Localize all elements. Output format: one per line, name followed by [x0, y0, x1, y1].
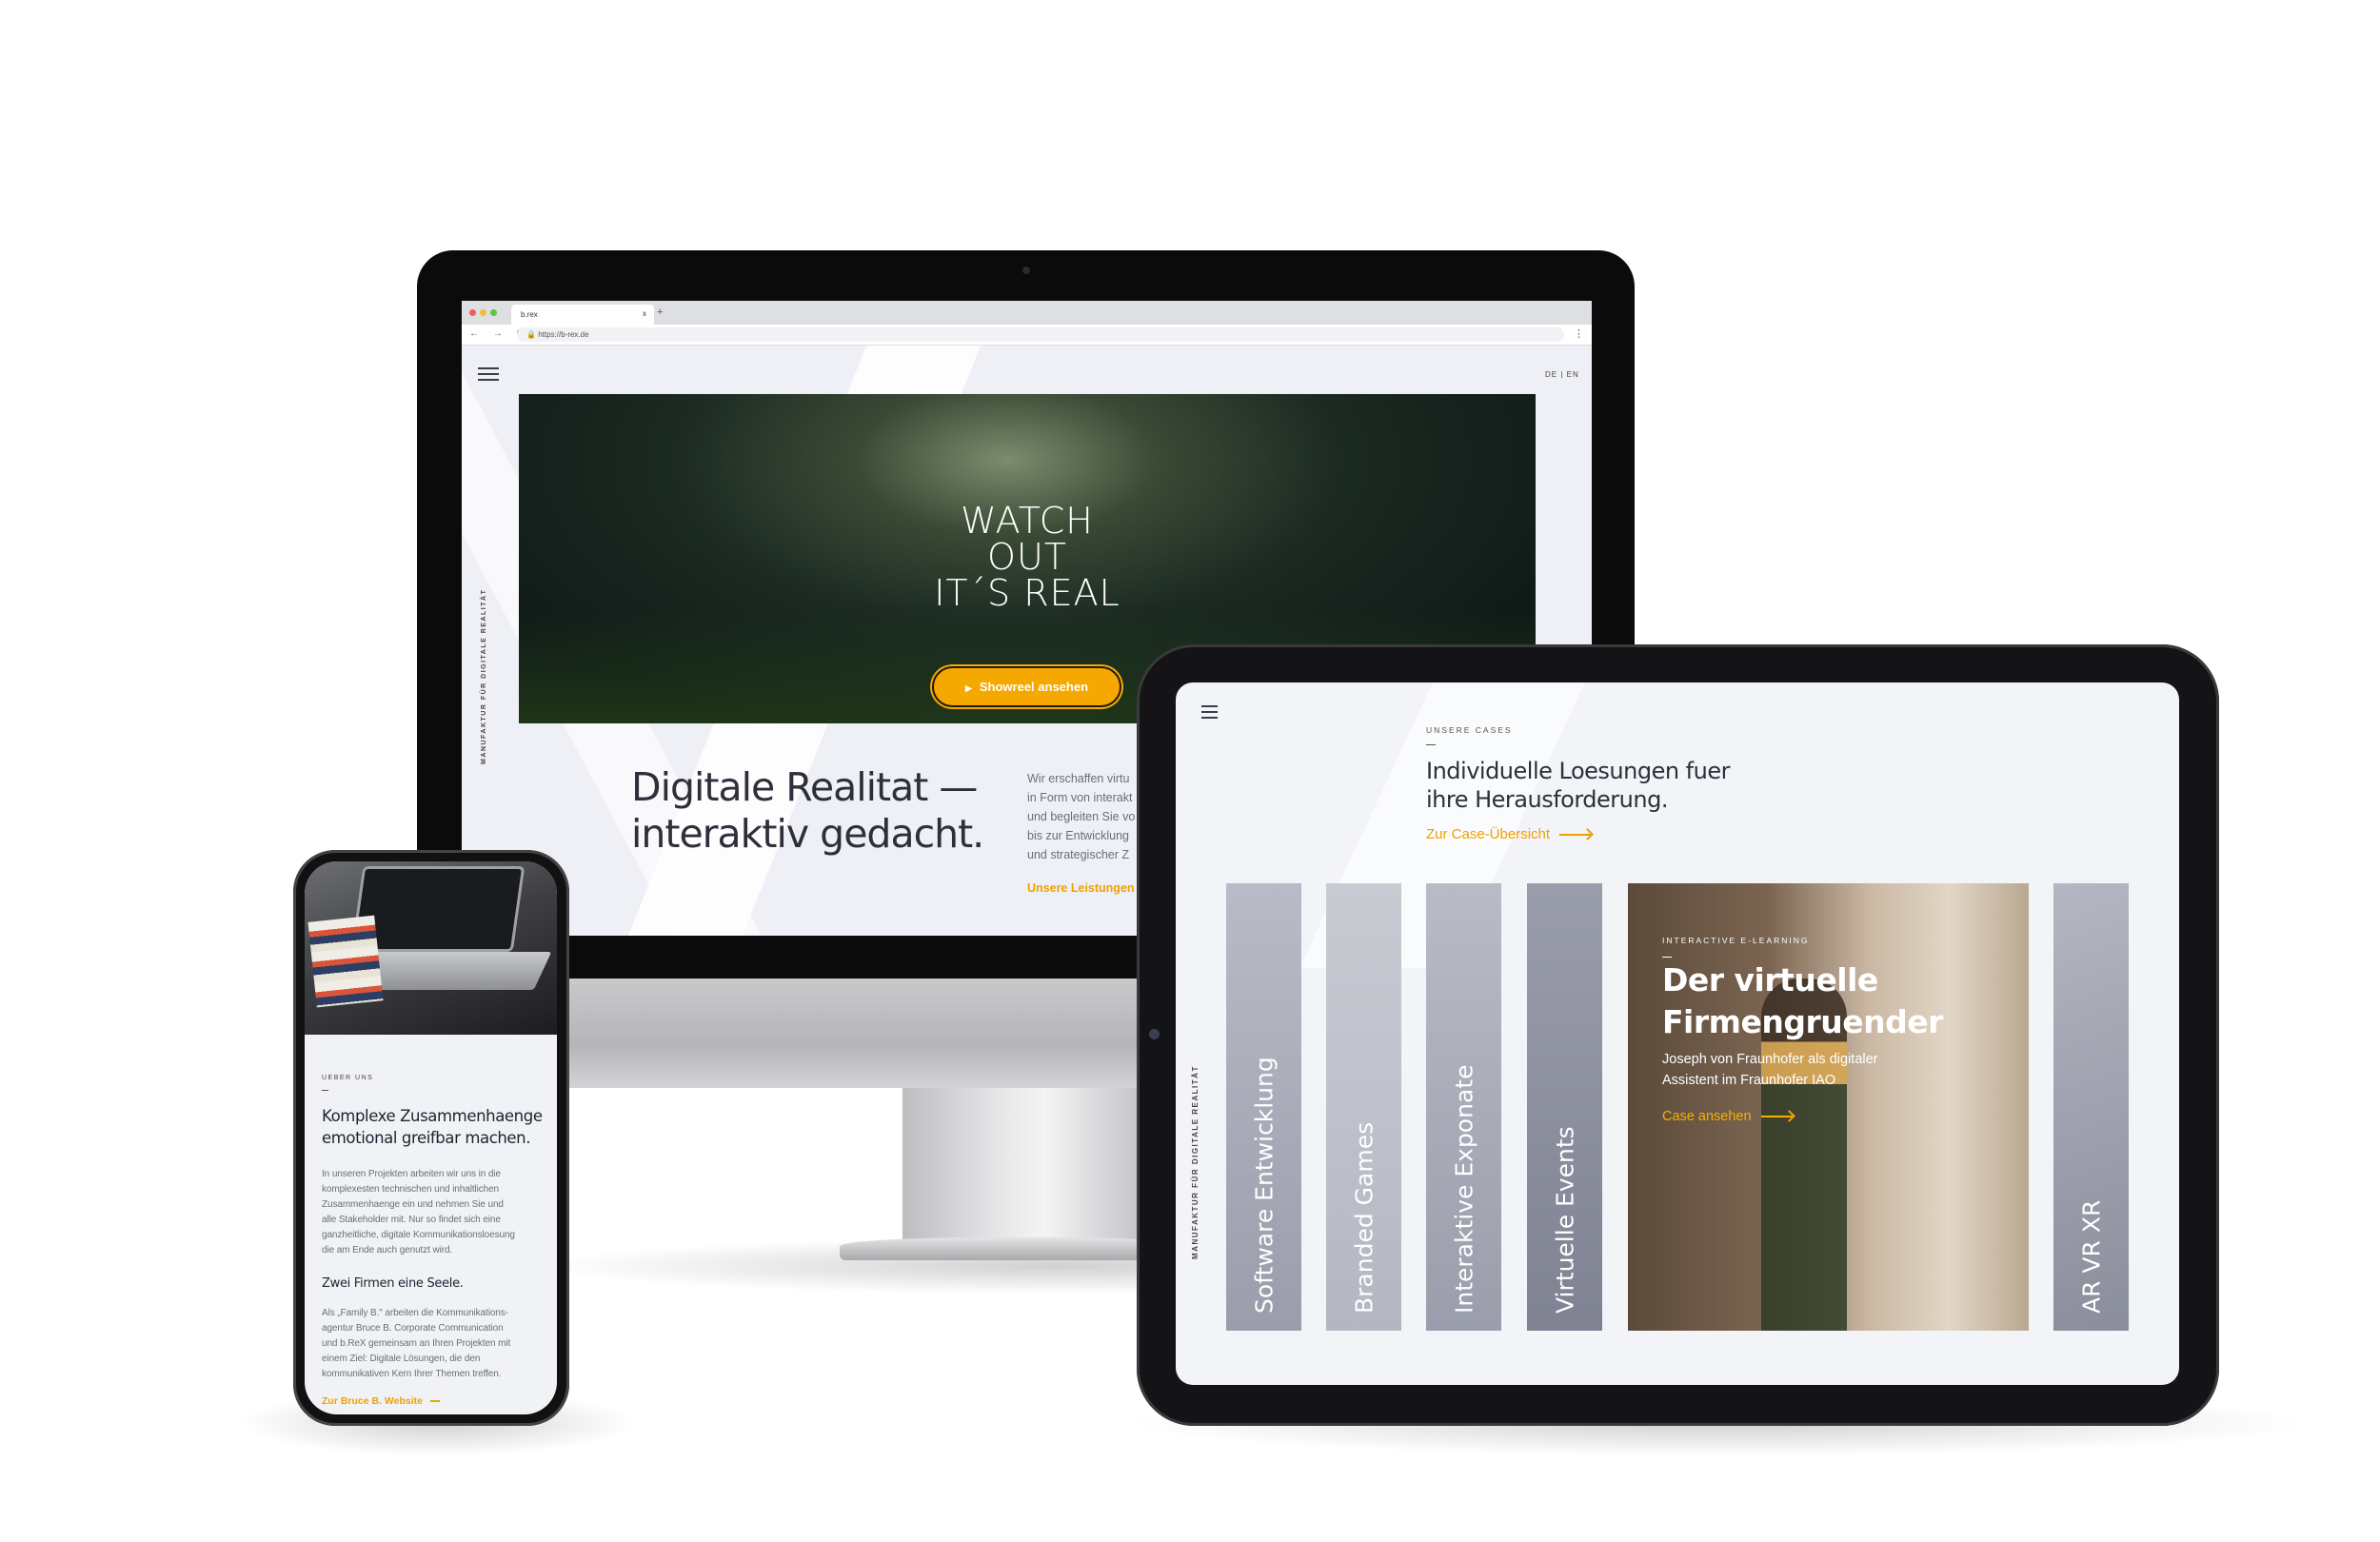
link-label: Zur Case-Übersicht [1426, 826, 1551, 842]
tablet-screen: UNSERE CASES Individuelle Loesungen fuer… [1176, 682, 2179, 1385]
headline-line: Komplexe Zusammenhaenge [322, 1107, 543, 1125]
text-line: die am Ende auch genutzt wird. [322, 1245, 453, 1255]
card-label: Software Entwicklung [1250, 1057, 1278, 1314]
case-card-events[interactable]: Virtuelle Events [1527, 883, 1602, 1331]
card-label: Interaktive Exponate [1450, 1064, 1478, 1314]
arrow-right-icon [1760, 1116, 1794, 1118]
headline-line: Individuelle Loesungen fuer [1426, 758, 1730, 784]
view-case-link[interactable]: Case ansehen [1662, 1109, 1794, 1124]
text-line: agentur Bruce B. Corporate Communication [322, 1323, 504, 1334]
arrow-right-icon [1559, 834, 1593, 837]
url-input[interactable]: 🔒 https://b-rex.de [517, 327, 1564, 342]
workspace-image [305, 861, 557, 1035]
hamburger-menu-icon[interactable] [1201, 705, 1218, 722]
desc-line: Assistent im Fraunhofer IAO [1662, 1073, 1836, 1088]
text-line: Als „Family B." arbeiten die Kommunikati… [322, 1308, 508, 1318]
close-tab-icon[interactable]: x [643, 309, 646, 318]
family-paragraph: Als „Family B." arbeiten die Kommunikati… [322, 1306, 510, 1382]
browser-menu-icon[interactable]: ⋮ [1574, 327, 1584, 340]
title-line: Firmengruender [1662, 1003, 1943, 1040]
bruce-b-website-link[interactable]: Zur Bruce B. Website [322, 1395, 440, 1407]
case-description: Joseph von Fraunhofer als digitaler Assi… [1662, 1049, 1878, 1091]
card-label: AR VR XR [2077, 1199, 2105, 1314]
hero-title: WATCH OUT IT´S REAL [519, 503, 1536, 611]
section-headline: Komplexe Zusammenhaenge emotional greifb… [322, 1105, 543, 1149]
text-line: In unseren Projekten arbeiten wir uns in… [322, 1169, 501, 1179]
hero-line: WATCH [961, 500, 1094, 542]
section-label: UEBER UNS [322, 1075, 374, 1081]
intro-line: in Form von interakt [1027, 791, 1133, 804]
hamburger-menu-icon[interactable] [478, 367, 499, 385]
card-label: Branded Games [1350, 1121, 1378, 1314]
case-overview-link[interactable]: Zur Case-Übersicht [1426, 826, 1593, 842]
link-label: Zur Bruce B. Website [322, 1395, 423, 1407]
intro-line: bis zur Entwicklung [1027, 829, 1129, 842]
divider [322, 1090, 328, 1091]
section-headline: Individuelle Loesungen fuer ihre Herausf… [1426, 757, 1730, 814]
camera-icon [1022, 267, 1030, 274]
showreel-label: Showreel ansehen [979, 680, 1089, 694]
monitor-stand [902, 1088, 1140, 1245]
language-switch[interactable]: DE | EN [1545, 370, 1579, 379]
new-tab-button[interactable]: + [657, 306, 663, 318]
intro-line: Wir erschaffen virtu [1027, 772, 1130, 785]
title-line: Der virtuelle [1662, 961, 1878, 998]
browser-tab[interactable]: b.rex x [511, 305, 654, 325]
browser-tab-bar: b.rex x + [462, 301, 1592, 325]
section-label: UNSERE CASES [1426, 725, 1513, 735]
headline-line: interaktiv gedacht. [631, 811, 984, 857]
intro-line: und begleiten Sie vo [1027, 810, 1136, 823]
laptop-illustration [350, 866, 526, 952]
case-card-exponate[interactable]: Interaktive Exponate [1426, 883, 1501, 1331]
play-icon: ▶ [964, 683, 972, 693]
text-line: und b.ReX gemeinsam an Ihren Projekten m… [322, 1338, 511, 1349]
vertical-tagline: MANUFAKTUR FÜR DIGITALE REALITÄT [481, 588, 487, 764]
divider [1426, 744, 1436, 745]
text-line: komplexesten technischen und inhaltliche… [322, 1184, 500, 1195]
dash-icon [430, 1400, 440, 1403]
about-paragraph: In unseren Projekten arbeiten wir uns in… [322, 1167, 515, 1258]
featured-case-card[interactable]: INTERACTIVE E-LEARNING Der virtuelle Fir… [1628, 883, 2029, 1331]
subheading: Zwei Firmen eine Seele. [322, 1276, 464, 1291]
url-text: https://b-rex.de [538, 330, 589, 339]
services-link[interactable]: Unsere Leistungen [1027, 881, 1135, 895]
headline-line: ihre Herausforderung. [1426, 786, 1668, 813]
books-illustration [307, 915, 384, 1008]
case-card-games[interactable]: Branded Games [1326, 883, 1401, 1331]
divider [1662, 957, 1672, 958]
case-title: Der virtuelle Firmengruender [1662, 959, 1943, 1043]
intro-line: und strategischer Z [1027, 848, 1129, 861]
phone-screen: UEBER UNS Komplexe Zusammenhaenge emotio… [305, 861, 557, 1414]
hero-line: OUT [987, 536, 1067, 578]
vertical-tagline: MANUFAKTUR FÜR DIGITALE REALITÄT [1191, 1065, 1200, 1259]
camera-icon [1149, 1029, 1160, 1039]
link-label: Case ansehen [1662, 1109, 1752, 1124]
text-line: einem Ziel: Digitale Lösungen, die den [322, 1354, 481, 1364]
case-category: INTERACTIVE E-LEARNING [1662, 936, 1810, 945]
headline-line: Digitale Realitat — [631, 764, 978, 810]
text-line: kommunikativen Kern Ihrer Themen treffen… [322, 1369, 502, 1379]
hero-line: IT´S REAL [934, 572, 1121, 614]
tab-title: b.rex [521, 310, 538, 319]
card-label: Virtuelle Events [1551, 1126, 1578, 1314]
maximize-window-icon[interactable] [490, 309, 497, 316]
showreel-button[interactable]: ▶ Showreel ansehen [932, 666, 1121, 707]
intro-text: Wir erschaffen virtu in Form von interak… [1027, 769, 1141, 864]
case-card-software[interactable]: Software Entwicklung [1226, 883, 1301, 1331]
text-line: ganzheitliche, digitale Kommunikationslo… [322, 1230, 515, 1240]
case-card-xr[interactable]: AR VR XR [2053, 883, 2129, 1331]
page-headline: Digitale Realitat — interaktiv gedacht. [631, 764, 984, 858]
close-window-icon[interactable] [469, 309, 476, 316]
text-line: alle Stakeholder mit. Nur so findet sich… [322, 1215, 501, 1225]
minimize-window-icon[interactable] [480, 309, 486, 316]
address-bar-row: ← → C 🔒 https://b-rex.de ⋮ [462, 325, 1592, 346]
headline-line: emotional greifbar machen. [322, 1129, 531, 1147]
desc-line: Joseph von Fraunhofer als digitaler [1662, 1052, 1878, 1067]
text-line: Zusammenhaenge ein und nehmen Sie und [322, 1199, 504, 1210]
